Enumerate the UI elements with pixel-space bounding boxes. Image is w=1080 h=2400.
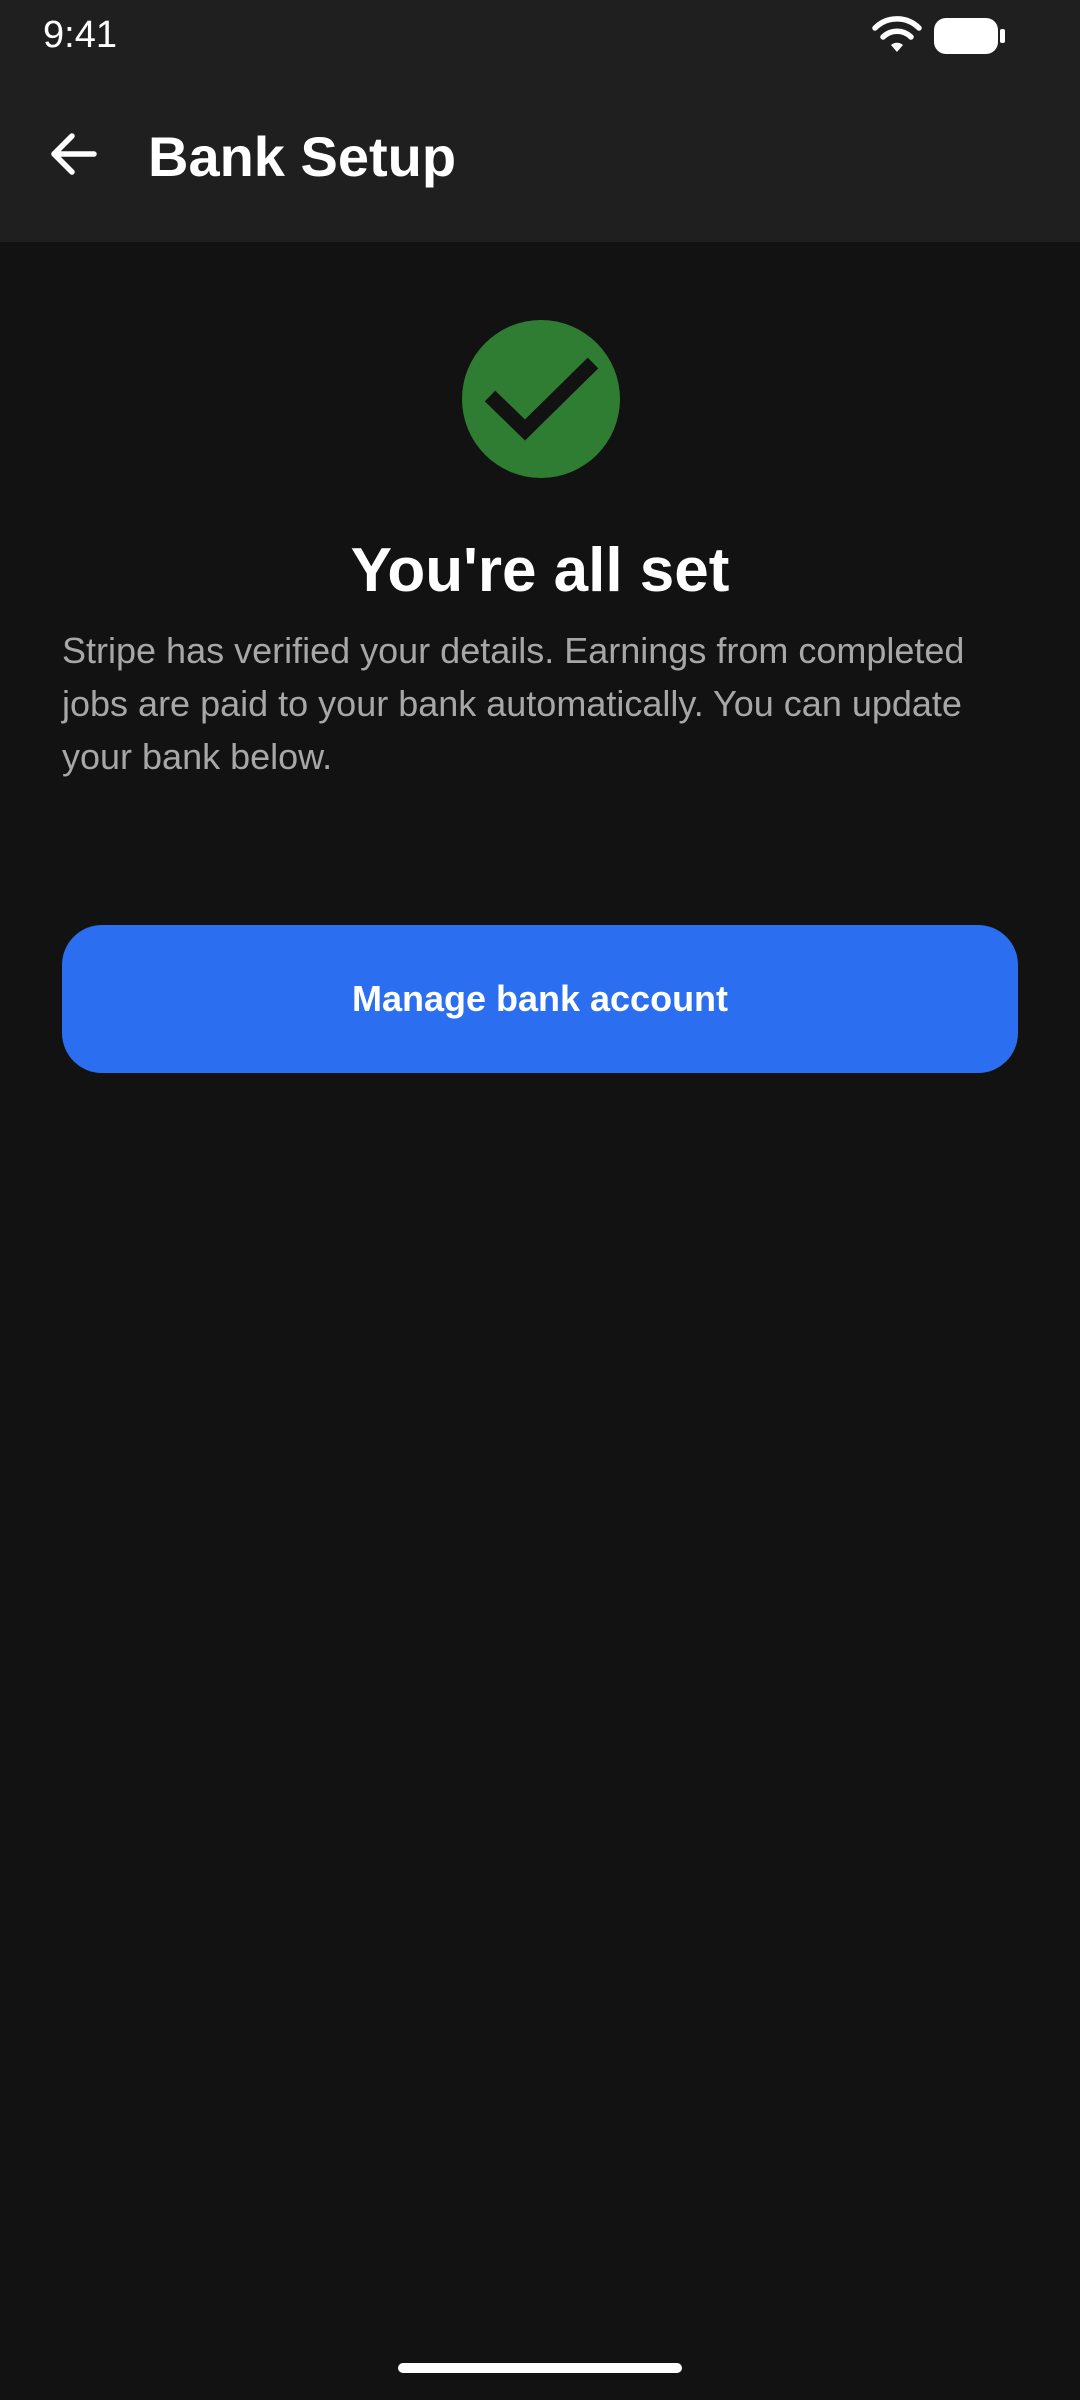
- arrow-left-icon: [51, 133, 97, 175]
- battery-icon: [934, 18, 1005, 54]
- back-button[interactable]: [36, 116, 112, 192]
- status-bar-time: 9:41: [43, 14, 117, 56]
- home-indicator[interactable]: [398, 2363, 682, 2373]
- success-heading: You're all set: [350, 536, 730, 605]
- page-title: Bank Setup: [148, 125, 457, 188]
- wifi-icon: [872, 16, 922, 52]
- check-circle-icon: [462, 320, 620, 478]
- bank-setup-screen: 9:41 Bank Setup You're all set Stripe ha…: [0, 0, 1080, 2400]
- success-description: Stripe has verified your details. Earnin…: [62, 630, 965, 777]
- top-app-bar: 9:41 Bank Setup: [0, 0, 1080, 242]
- manage-bank-account-button[interactable]: Manage bank account: [62, 925, 1018, 1073]
